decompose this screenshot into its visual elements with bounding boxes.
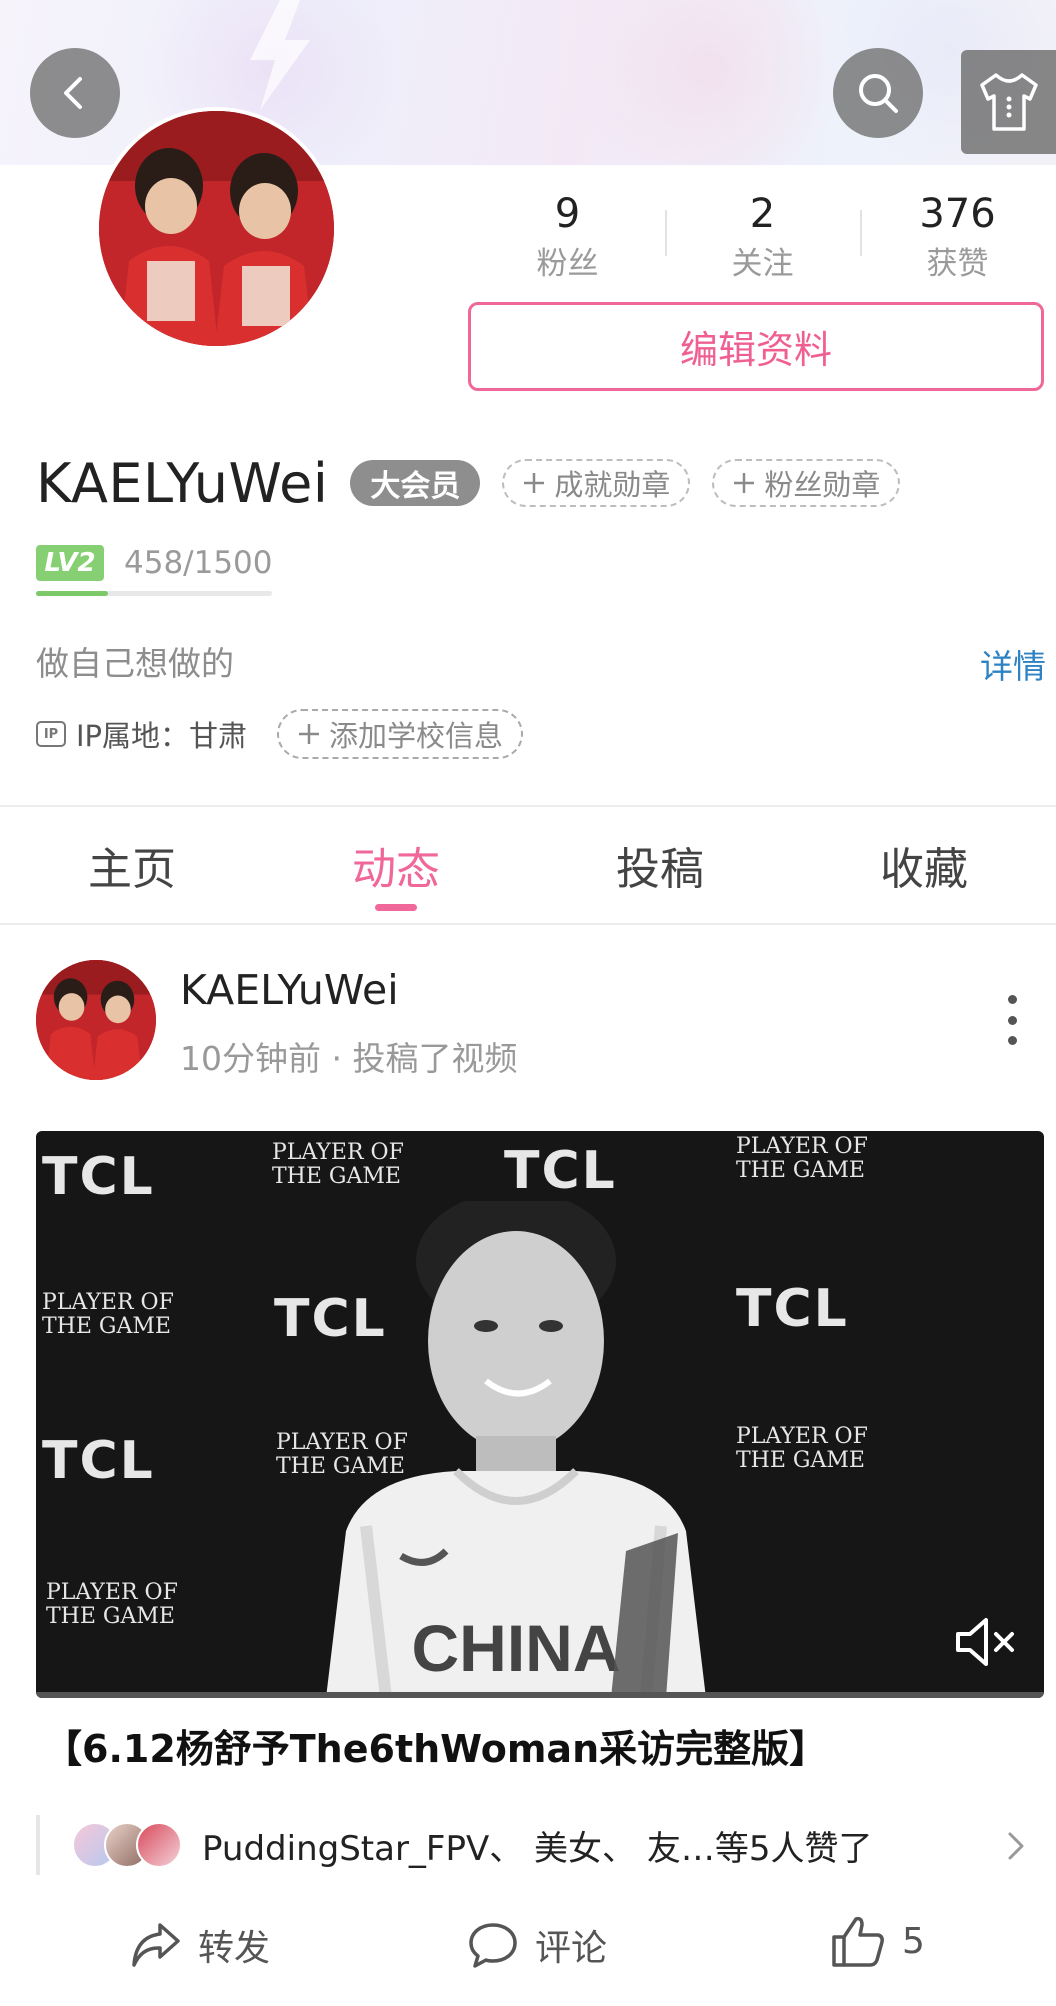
tab-home[interactable]: 主页 [0,807,264,923]
award-line: THE GAME [42,1314,171,1339]
plus-icon [299,724,320,744]
award-line: THE GAME [736,1158,865,1183]
dot-icon [1007,1036,1017,1045]
backdrop-award: PLAYER OF THE GAME [46,1581,178,1629]
award-line: PLAYER OF [42,1290,174,1315]
backdrop-brand: TCL [42,1431,155,1491]
tab-dynamics[interactable]: 动态 [264,807,528,923]
post-author-avatar[interactable] [36,960,156,1080]
medal-label: 成就勋章 [554,468,671,502]
video-progress-bar[interactable] [36,1692,1044,1698]
divider [0,923,1056,925]
stat-label: 获赞 [926,246,989,282]
level-badge: LV2 [36,545,104,581]
ip-icon: IP [36,721,66,747]
dot-icon [1007,995,1017,1004]
stat-fans[interactable]: 9 粉丝 [470,180,665,290]
tab-favorites[interactable]: 收藏 [792,807,1056,923]
backdrop-award: PLAYER OF THE GAME [42,1291,174,1339]
video-player[interactable]: TCL PLAYER OF THE GAME TCL PLAYER OF THE… [36,1131,1044,1698]
award-line: PLAYER OF [736,1134,868,1159]
detail-link[interactable]: 详情 [980,640,1046,688]
search-button[interactable] [833,48,923,138]
profile-tabs: 主页 动态 投稿 收藏 [0,807,1056,923]
vip-badge[interactable]: 大会员 [350,460,481,506]
ip-location: IP属地：甘肃 [76,719,248,753]
ip-row: IP IP属地：甘肃 添加学校信息 [36,708,524,760]
share-icon [132,1923,180,1967]
avatar-image [99,111,334,346]
post-meta: 10分钟前 · 投稿了视频 [180,1032,517,1080]
post-time: 10分钟前 [180,1039,321,1078]
add-school-button[interactable]: 添加学校信息 [277,709,524,759]
jersey-text: CHINA [412,1611,621,1685]
comment-button[interactable]: 评论 [467,1919,607,1971]
edit-profile-button[interactable]: 编辑资料 [468,302,1044,391]
level-progress-text: 458/1500 [124,545,273,581]
achievement-medal-button[interactable]: 成就勋章 [502,459,691,507]
back-button[interactable] [30,48,120,138]
level-progress-fill [36,591,108,596]
video-subject: CHINA [326,1201,706,1698]
username: KAELYuWei [36,451,329,515]
mute-icon[interactable] [952,1612,1020,1672]
share-button[interactable]: 转发 [130,1919,270,1971]
profile-stats: 9 粉丝 2 关注 376 获赞 [470,180,1055,290]
stat-likes[interactable]: 376 获赞 [860,180,1055,290]
stat-label: 关注 [731,246,794,282]
plus-icon [524,473,545,493]
liker-avatar [136,1822,182,1868]
medal-label: 粉丝勋章 [764,468,881,502]
stat-value: 9 [554,191,581,237]
outfit-button[interactable] [961,50,1056,154]
dot-icon [1007,1015,1017,1025]
stat-value: 376 [919,191,996,237]
post-author-name[interactable]: KAELYuWei [180,966,399,1014]
level-row[interactable]: LV2 458/1500 [36,540,273,586]
likes-summary[interactable]: PuddingStar_FPV、 美女、 友…等5人赞了 [36,1815,1044,1875]
bio-text: 做自己想做的 [36,644,234,683]
like-button[interactable]: 5 [830,1913,925,1969]
chevron-right-icon [1008,1832,1024,1860]
backdrop-brand: TCL [42,1147,155,1207]
award-line: THE GAME [46,1604,175,1629]
lightning-icon [250,0,310,110]
award-line: THE GAME [272,1164,401,1189]
backdrop-brand: TCL [504,1141,617,1201]
post-action: 投稿了视频 [352,1039,518,1078]
add-school-label: 添加学校信息 [329,719,504,753]
stat-following[interactable]: 2 关注 [665,180,860,290]
more-options-button[interactable] [1000,995,1024,1045]
post-actions: 转发 评论 5 [0,1905,1056,1991]
stat-value: 2 [749,191,776,237]
liker-avatars [72,1822,182,1868]
award-line: PLAYER OF [272,1140,404,1165]
name-row: KAELYuWei 大会员 成就勋章 粉丝勋章 [36,448,901,518]
comment-icon [469,1923,517,1968]
award-line: PLAYER OF [46,1580,178,1605]
like-count: 5 [902,1920,925,1962]
comment-label: 评论 [535,1928,608,1969]
backdrop-award: PLAYER OF THE GAME [736,1135,868,1183]
likes-text: PuddingStar_FPV、 美女、 友…等5人赞了 [202,1828,873,1869]
tshirt-icon [979,73,1038,131]
tab-uploads[interactable]: 投稿 [528,807,792,923]
search-icon [859,74,898,113]
video-title[interactable]: 【6.12杨舒予The6thWoman采访完整版】 [44,1718,827,1773]
plus-icon [734,473,755,493]
meta-separator: · [331,1039,353,1078]
profile-avatar[interactable] [95,107,338,350]
share-label: 转发 [198,1928,271,1969]
avatar-image [36,960,156,1080]
thumbs-up-icon [832,1916,884,1967]
level-progress-bar [36,591,272,596]
fan-medal-button[interactable]: 粉丝勋章 [712,459,901,507]
back-arrow-icon [64,77,82,109]
backdrop-award: PLAYER OF THE GAME [272,1141,404,1189]
stat-label: 粉丝 [536,246,599,282]
